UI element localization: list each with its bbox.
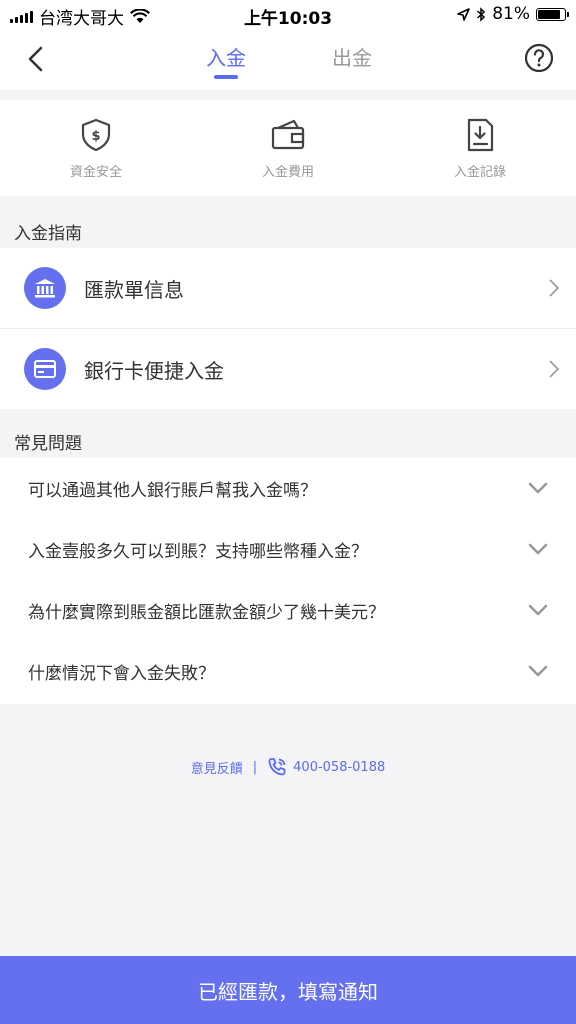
tab-withdraw[interactable]: 出金 [332,42,372,71]
chevron-down-icon [528,543,548,555]
card-icon [24,348,66,390]
submit-remittance-button[interactable]: 已經匯款，填寫通知 [0,956,576,1024]
tab-deposit[interactable]: 入金 [206,42,246,79]
battery-percent: 81% [492,4,530,24]
guide-item-label: 匯款單信息 [84,277,184,302]
quick-item-label: 入金記錄 [453,165,506,180]
submit-label: 已經匯款，填寫通知 [198,979,378,1004]
chevron-right-icon [549,360,560,378]
chevron-right-icon [549,279,560,297]
faq-question: 入金壹般多久可以到賬？支持哪些幣種入金？ [28,542,368,562]
contact-bar: 意見反饋 | 400-058-0188 [0,757,576,777]
section-title-faq: 常見問題 [14,434,82,454]
contact-separator: | [252,759,258,775]
guide-item-bank-card[interactable]: 銀行卡便捷入金 [0,328,576,409]
quick-item-label: 資金安全 [69,165,122,180]
guide-list: 匯款單信息 銀行卡便捷入金 [0,248,576,409]
tab-indicator [214,75,238,79]
faq-item[interactable]: 什麼情況下會入金失敗？ [0,641,576,702]
quick-item-fund-safety[interactable]: $ 資金安全 [0,100,192,196]
wallet-icon [271,119,305,150]
guide-item-remittance-info[interactable]: 匯款單信息 [0,248,576,328]
phone-number[interactable]: 400-058-0188 [293,760,385,775]
section-title-guide: 入金指南 [14,224,82,244]
svg-text:$: $ [91,129,100,144]
location-arrow-icon [457,7,471,21]
faq-question: 什麼情況下會入金失敗？ [28,664,215,684]
feedback-link[interactable]: 意見反饋 [191,758,243,777]
chevron-down-icon [528,482,548,494]
nav-bar: 入金 出金 [0,30,576,90]
document-download-icon [467,118,494,152]
quick-actions: $ 資金安全 入金費用 入金記錄 [0,100,576,196]
quick-item-deposit-records[interactable]: 入金記錄 [384,100,576,196]
bluetooth-icon [477,6,486,22]
status-bar: 台湾大哥大 上午10:03 81% [0,0,576,30]
guide-item-label: 銀行卡便捷入金 [84,358,224,383]
faq-question: 可以通過其他人銀行賬戶幫我入金嗎？ [28,481,317,501]
back-arrow-icon[interactable] [22,44,52,74]
faq-item[interactable]: 為什麼實際到賬金額比匯款金額少了幾十美元？ [0,580,576,641]
tab-withdraw-label: 出金 [332,46,372,70]
chevron-down-icon [528,604,548,616]
quick-item-label: 入金費用 [261,165,314,180]
chevron-down-icon [528,665,548,677]
battery-icon [536,7,569,21]
bank-icon [24,267,66,309]
phone-icon [268,758,286,776]
shield-dollar-icon: $ [81,118,111,152]
faq-item[interactable]: 入金壹般多久可以到賬？支持哪些幣種入金？ [0,519,576,580]
help-icon[interactable] [524,43,554,73]
tab-deposit-label: 入金 [206,46,246,70]
faq-list: 可以通過其他人銀行賬戶幫我入金嗎？ 入金壹般多久可以到賬？支持哪些幣種入金？ 為… [0,458,576,704]
quick-item-deposit-fee[interactable]: 入金費用 [192,100,384,196]
faq-item[interactable]: 可以通過其他人銀行賬戶幫我入金嗎？ [0,458,576,519]
faq-question: 為什麼實際到賬金額比匯款金額少了幾十美元？ [28,603,385,623]
